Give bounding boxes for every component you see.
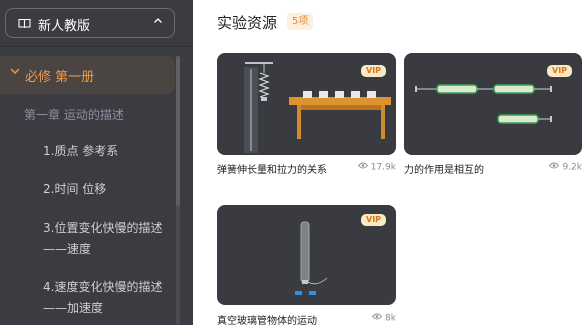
view-count-value: 9.2k [562, 162, 582, 173]
sidebar-divider [0, 46, 193, 47]
lesson-line: 4.速度变化快慢的描述 [43, 280, 163, 294]
edition-label: 新人教版 [38, 19, 91, 34]
chevron-up-icon [153, 15, 163, 30]
vip-badge: VIP [361, 65, 387, 77]
lesson-line: ——加速度 [43, 301, 104, 315]
sidebar-item-book[interactable]: 必修 第一册 [0, 56, 175, 94]
sidebar-item-lesson[interactable]: 2.时间 位移 [43, 179, 106, 200]
lesson-line: 2.时间 位移 [43, 182, 107, 196]
vip-badge: VIP [547, 65, 573, 77]
count-badge: 5项 [287, 13, 314, 30]
eye-icon [371, 313, 383, 323]
lesson-line: 3.位置变化快慢的描述 [43, 221, 163, 235]
view-count: 9.2k [549, 162, 582, 173]
resource-card[interactable]: VIP 真空玻璃管物体的运动 8k [217, 205, 396, 327]
view-count: 8k [371, 313, 396, 324]
lesson-line: ——速度 [43, 242, 92, 256]
sidebar-item-lesson[interactable]: 3.位置变化快慢的描述 ——速度 [43, 218, 162, 260]
page-title: 实验资源 [217, 14, 278, 32]
resource-card[interactable]: VIP 力的作用是相互的 9.2k [404, 53, 582, 178]
view-count-value: 17.9k [370, 162, 396, 173]
sidebar-item-lesson[interactable]: 1.质点 参考系 [43, 141, 118, 162]
resource-card[interactable]: VIP 弹簧伸长量和拉力的关系 17.9k [217, 53, 396, 178]
chevron-down-icon [9, 65, 21, 81]
sidebar-item-chapter[interactable]: 第一章 运动的描述 [24, 106, 124, 123]
view-count-value: 8k [385, 313, 396, 324]
sidebar: 新人教版 必修 第一册 第一章 运动的描述 1.质点 参考系 2.时间 位移 3… [0, 0, 193, 325]
eye-icon [357, 162, 368, 172]
sidebar-item-lesson[interactable]: 4.速度变化快慢的描述 ——加速度 [43, 277, 162, 319]
sidebar-scrollbar-thumb[interactable] [176, 56, 180, 206]
edition-selector[interactable]: 新人教版 [5, 8, 175, 38]
card-title: 弹簧伸长量和拉力的关系 [217, 165, 327, 176]
card-title: 力的作用是相互的 [404, 165, 484, 176]
sidebar-item-label: 必修 第一册 [25, 70, 95, 85]
vip-badge: VIP [361, 214, 387, 226]
eye-icon [549, 162, 560, 172]
view-count: 17.9k [357, 162, 396, 173]
book-icon [18, 18, 31, 33]
lesson-line: 1.质点 参考系 [43, 144, 119, 158]
